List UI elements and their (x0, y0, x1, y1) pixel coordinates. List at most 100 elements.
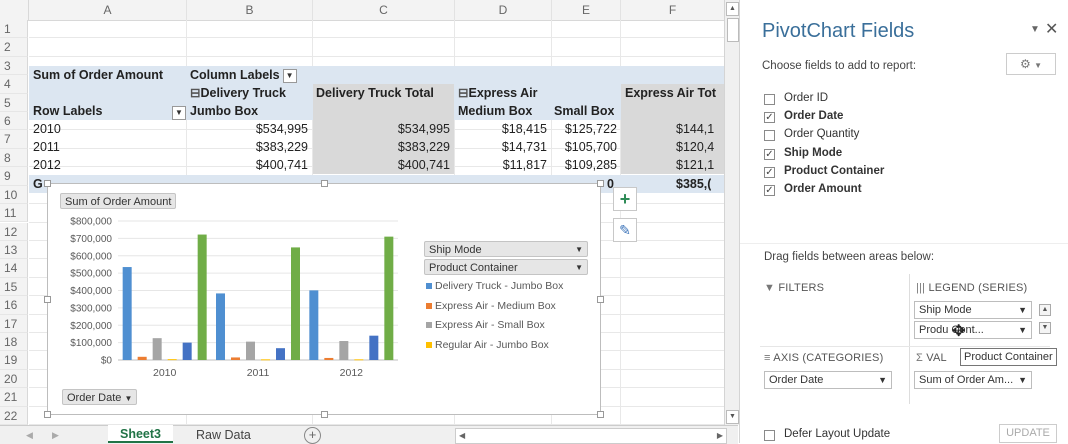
pivot-small-box-header[interactable]: Small Box (554, 102, 614, 120)
tab-scroll-right-icon[interactable]: ▶ (52, 426, 59, 444)
pivot-medium-box-header[interactable]: Medium Box (458, 102, 532, 120)
column-header-e[interactable]: E (552, 0, 621, 21)
update-button[interactable]: UPDATE (999, 424, 1057, 443)
chart-elements-plus-icon[interactable]: + (613, 187, 637, 211)
dropdown-arrow-icon[interactable]: ▼ (1018, 372, 1027, 388)
legend-entry[interactable]: Delivery Truck - Jumbo Box (426, 280, 563, 300)
table-cell[interactable]: $11,817 (455, 156, 547, 174)
dropdown-arrow-icon[interactable]: ▼ (878, 372, 887, 388)
dropdown-arrow-icon[interactable]: ▼ (1018, 322, 1027, 338)
close-icon[interactable]: ✕ (1045, 19, 1058, 39)
select-all-corner[interactable] (0, 0, 29, 21)
table-cell[interactable]: $383,229 (313, 138, 450, 156)
row-header[interactable]: 13 (0, 240, 28, 260)
collapse-icon[interactable]: ⊟ (190, 86, 200, 100)
row-header[interactable]: 18 (0, 332, 28, 352)
scroll-down-icon[interactable]: ▼ (726, 410, 739, 424)
legend-scroll-down-icon[interactable]: ▼ (1039, 322, 1051, 334)
chart-bar[interactable] (261, 359, 270, 361)
table-cell[interactable]: $18,415 (455, 120, 547, 138)
dropdown-arrow-icon[interactable]: ▼ (124, 394, 132, 403)
pivot-express-air-total-header[interactable]: Express Air Tot (625, 84, 724, 102)
chart-bar[interactable] (246, 341, 255, 360)
scroll-up-icon[interactable]: ▲ (726, 2, 739, 16)
scroll-right-icon[interactable]: ▶ (717, 429, 723, 443)
chart-bar[interactable] (339, 341, 349, 360)
horizontal-scrollbar[interactable]: ◀ ▶ (455, 428, 727, 444)
pivot-row-2010[interactable]: 2010 (33, 120, 61, 138)
chart-bar[interactable] (197, 234, 207, 360)
column-header-f[interactable]: F (621, 0, 725, 21)
defer-layout-checkbox[interactable] (764, 430, 775, 441)
column-header-b[interactable]: B (187, 0, 313, 21)
row-header[interactable]: 16 (0, 296, 28, 315)
chart-legend[interactable]: Delivery Truck - Jumbo Box Express Air - … (426, 280, 563, 358)
table-cell[interactable]: $534,995 (313, 120, 450, 138)
table-cell[interactable]: $383,229 (187, 138, 308, 156)
resize-handle[interactable] (44, 180, 51, 187)
collapse-icon[interactable]: ⊟ (458, 86, 468, 100)
chart-bar[interactable] (216, 293, 225, 360)
dropdown-arrow-icon[interactable]: ▼ (1018, 302, 1027, 318)
row-header[interactable]: 20 (0, 369, 28, 389)
row-header[interactable]: 8 (0, 148, 28, 168)
order-date-field-button[interactable]: Order Date ▼ (62, 389, 138, 405)
legend-field-ship-mode[interactable]: Ship Mode ▼ (914, 301, 1032, 319)
column-header-c[interactable]: C (313, 0, 455, 21)
dropdown-arrow-icon[interactable]: ▼ (575, 260, 583, 276)
chart-bar[interactable] (182, 342, 192, 360)
row-header[interactable]: 21 (0, 388, 28, 407)
chart-bar[interactable] (167, 359, 177, 361)
chart-bar[interactable] (137, 356, 147, 360)
pivot-sum-label[interactable]: Sum of Order Amount (33, 66, 163, 84)
chart-bar[interactable] (291, 247, 300, 360)
pivot-row-2011[interactable]: 2011 (33, 138, 60, 156)
table-cell[interactable]: $385,( (676, 175, 711, 193)
pivot-row-2012[interactable]: 2012 (33, 156, 61, 174)
chart-bar[interactable] (324, 357, 334, 360)
row-header[interactable]: 19 (0, 351, 28, 370)
resize-handle[interactable] (44, 411, 51, 418)
pivot-express-air-header[interactable]: ⊟Express Air (458, 84, 538, 102)
table-cell[interactable]: $105,700 (552, 138, 617, 156)
row-header[interactable]: 15 (0, 277, 28, 297)
resize-handle[interactable] (44, 296, 51, 303)
row-header[interactable]: 7 (0, 130, 28, 149)
chart-bar[interactable] (354, 359, 364, 361)
scroll-thumb[interactable] (727, 18, 739, 42)
pivot-column-labels[interactable]: Column Labels ▼ (190, 66, 297, 84)
chart-bar[interactable] (231, 357, 240, 360)
chart-bar[interactable] (276, 348, 285, 360)
table-cell[interactable]: $534,995 (187, 120, 308, 138)
resize-handle[interactable] (321, 411, 328, 418)
row-header[interactable]: 11 (0, 204, 28, 223)
row-header[interactable]: 9 (0, 167, 28, 186)
field-checkbox[interactable] (764, 130, 775, 142)
table-cell[interactable]: $125,722 (552, 120, 617, 138)
table-cell[interactable]: $109,285 (552, 156, 617, 174)
row-header[interactable]: 1 (0, 20, 28, 39)
row-header[interactable]: 22 (0, 406, 28, 425)
row-labels-dropdown-icon[interactable]: ▼ (172, 105, 186, 120)
resize-handle[interactable] (597, 411, 604, 418)
row-header[interactable]: 3 (0, 56, 28, 76)
chart-bar[interactable] (369, 335, 379, 360)
pivot-grand-total-label[interactable]: G (33, 175, 43, 193)
tab-scroll-left-icon[interactable]: ◀ (26, 426, 33, 444)
resize-handle[interactable] (597, 296, 604, 303)
legend-entry[interactable]: Express Air - Small Box (426, 319, 563, 339)
table-cell[interactable]: $400,741 (313, 156, 450, 174)
ship-mode-field-button[interactable]: Ship Mode ▼ (424, 241, 588, 257)
pane-options-dropdown-icon[interactable]: ▼ (1030, 24, 1040, 35)
table-cell[interactable]: $400,741 (187, 156, 308, 174)
column-header-a[interactable]: A (29, 0, 187, 21)
tab-sheet3[interactable]: Sheet3 (108, 425, 173, 443)
row-header[interactable]: 4 (0, 75, 28, 94)
field-checkbox[interactable]: ✓ (764, 166, 775, 178)
tab-raw-data[interactable]: Raw Data (184, 426, 263, 444)
product-container-field-button[interactable]: Product Container ▼ (424, 259, 588, 275)
legend-field-product-container[interactable]: Produ Cont... ▼ (914, 321, 1032, 339)
row-header[interactable]: 6 (0, 112, 28, 131)
table-cell[interactable]: $120,4 (676, 138, 714, 156)
resize-handle[interactable] (321, 180, 328, 187)
